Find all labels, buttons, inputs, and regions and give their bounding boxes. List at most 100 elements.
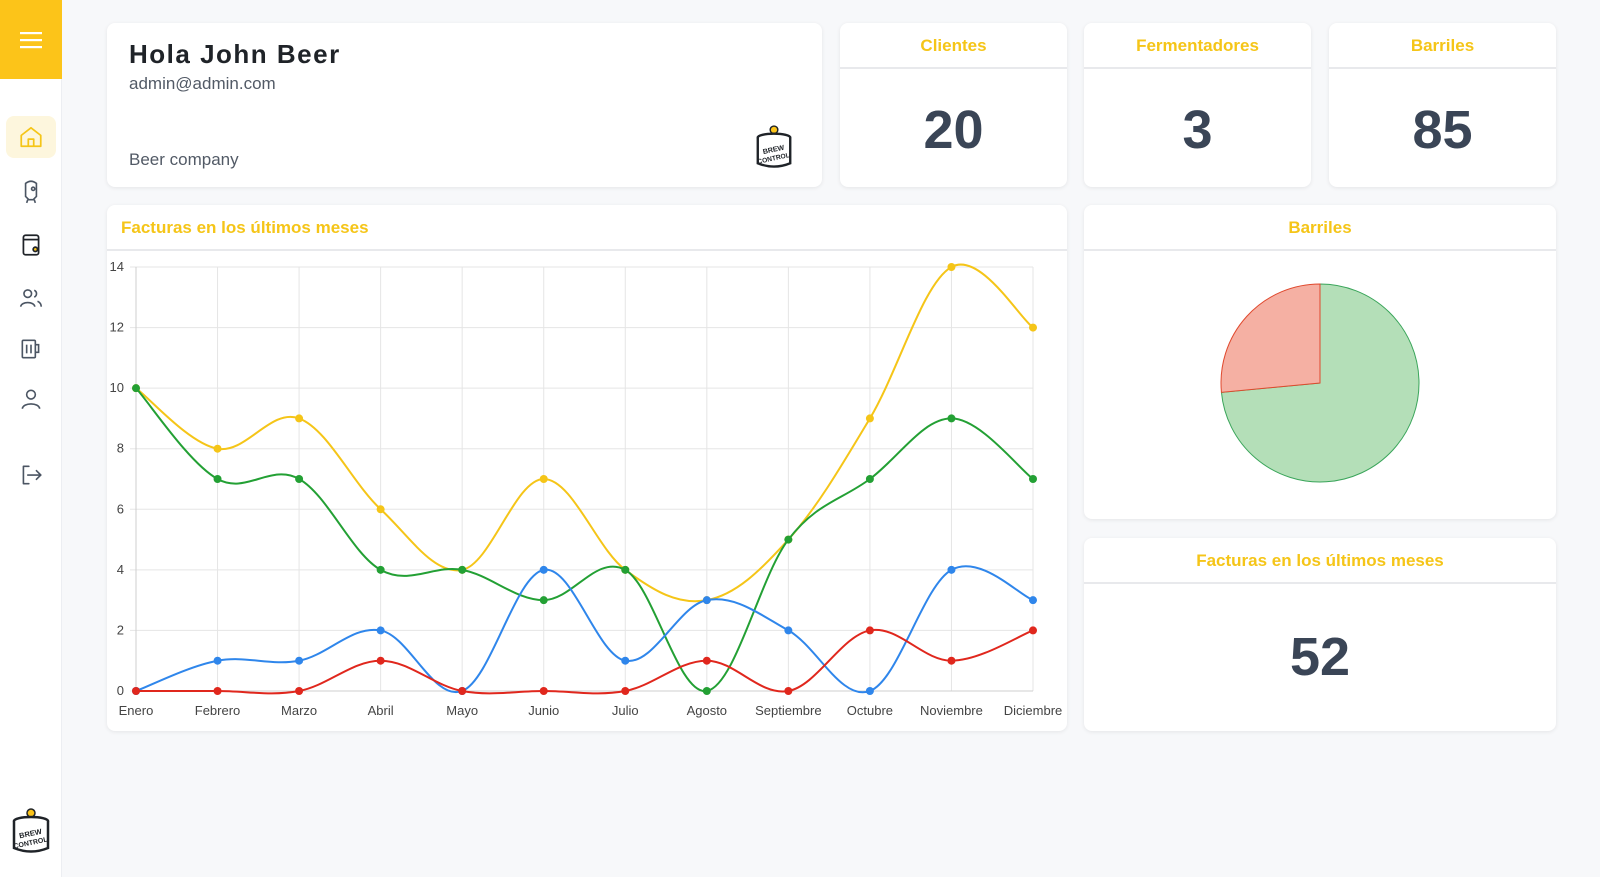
data-point[interactable] bbox=[784, 626, 793, 635]
users-icon bbox=[19, 289, 43, 307]
data-point[interactable] bbox=[1029, 596, 1037, 605]
data-point[interactable] bbox=[376, 656, 385, 665]
hamburger-icon bbox=[20, 31, 42, 48]
sidebar-item-profile[interactable] bbox=[6, 378, 56, 420]
sidebar: BREW CONTROL bbox=[0, 0, 62, 877]
data-point[interactable] bbox=[702, 596, 711, 605]
x-tick-label: Abril bbox=[368, 703, 394, 718]
data-point[interactable] bbox=[784, 687, 793, 695]
data-point[interactable] bbox=[376, 505, 385, 514]
y-tick-label: 0 bbox=[117, 683, 124, 698]
x-tick-label: Diciembre bbox=[1004, 703, 1063, 718]
stat-title: Clientes bbox=[840, 23, 1067, 69]
data-point[interactable] bbox=[295, 687, 304, 695]
data-point[interactable] bbox=[865, 414, 874, 423]
stat-value: 85 bbox=[1412, 100, 1473, 160]
data-point[interactable] bbox=[376, 626, 385, 635]
x-tick-label: Noviembre bbox=[920, 703, 983, 718]
sidebar-item-barrels[interactable] bbox=[6, 224, 56, 266]
x-tick-label: Agosto bbox=[687, 703, 727, 718]
data-point[interactable] bbox=[702, 687, 711, 695]
data-point[interactable] bbox=[539, 687, 548, 695]
stat-card-clients: Clientes 20 bbox=[840, 23, 1067, 187]
data-point[interactable] bbox=[865, 475, 874, 483]
data-point[interactable] bbox=[947, 565, 956, 574]
home-icon bbox=[20, 126, 42, 148]
welcome-card: Hola John Beer admin@admin.com Beer comp… bbox=[107, 23, 822, 187]
data-point[interactable] bbox=[702, 656, 711, 665]
y-tick-label: 10 bbox=[110, 380, 124, 395]
data-point[interactable] bbox=[213, 687, 222, 695]
sidebar-item-clients[interactable] bbox=[6, 277, 56, 319]
x-tick-label: Febrero bbox=[195, 703, 241, 718]
data-point[interactable] bbox=[947, 263, 956, 271]
series-line bbox=[135, 387, 1034, 693]
series-line bbox=[135, 263, 1034, 603]
brew-control-logo: BREW CONTROL bbox=[12, 808, 50, 853]
stat-title: Fermentadores bbox=[1084, 23, 1311, 69]
data-point[interactable] bbox=[458, 687, 467, 695]
data-point[interactable] bbox=[1029, 626, 1037, 635]
y-tick-label: 4 bbox=[117, 562, 124, 577]
user-icon bbox=[21, 389, 41, 410]
data-point[interactable] bbox=[458, 565, 467, 574]
data-point[interactable] bbox=[621, 656, 630, 665]
sidebar-item-fermenters[interactable] bbox=[6, 170, 56, 212]
x-tick-label: Octubre bbox=[847, 703, 893, 718]
user-email: admin@admin.com bbox=[129, 74, 276, 93]
invoices-chart-card: Facturas en los últimos meses 0 2 4 6 8 10 12 1… bbox=[107, 205, 1067, 731]
invoices-count-card: Facturas en los últimos meses 52 bbox=[1084, 538, 1556, 731]
sidebar-item-logout[interactable] bbox=[6, 454, 56, 496]
y-tick-label: 2 bbox=[117, 622, 124, 637]
x-tick-label: Marzo bbox=[281, 703, 317, 718]
greeting-title: Hola John Beer bbox=[129, 39, 341, 69]
x-tick-label: Septiembre bbox=[755, 703, 821, 718]
data-point[interactable] bbox=[295, 475, 304, 483]
company-name: Beer company bbox=[129, 150, 239, 169]
pie-slice[interactable] bbox=[1220, 283, 1321, 393]
data-point[interactable] bbox=[865, 626, 874, 635]
data-point[interactable] bbox=[621, 565, 630, 574]
beer-mug-icon bbox=[21, 339, 40, 359]
data-point[interactable] bbox=[213, 444, 222, 453]
data-point[interactable] bbox=[784, 535, 793, 544]
stat-value: 3 bbox=[1182, 100, 1213, 160]
data-point[interactable] bbox=[865, 687, 874, 695]
y-tick-label: 12 bbox=[110, 320, 124, 335]
data-point[interactable] bbox=[539, 565, 548, 574]
stat-card-fermenters: Fermentadores 3 bbox=[1084, 23, 1311, 187]
data-point[interactable] bbox=[295, 414, 304, 423]
x-tick-label: Mayo bbox=[446, 703, 478, 718]
stat-card-barrels: Barriles 85 bbox=[1329, 23, 1556, 187]
stat-value: 20 bbox=[923, 100, 984, 160]
barrels-pie-card: Barriles bbox=[1084, 205, 1556, 519]
x-tick-label: Enero bbox=[119, 703, 154, 718]
data-point[interactable] bbox=[376, 565, 385, 574]
data-point[interactable] bbox=[539, 475, 548, 483]
y-tick-label: 8 bbox=[117, 441, 124, 456]
brew-control-logo: BREW CONTROL bbox=[756, 125, 792, 168]
fermenter-icon bbox=[24, 180, 38, 204]
data-point[interactable] bbox=[213, 475, 222, 483]
sidebar-item-home[interactable] bbox=[6, 116, 56, 158]
data-point[interactable] bbox=[539, 596, 548, 605]
y-tick-label: 6 bbox=[117, 501, 124, 516]
data-point[interactable] bbox=[213, 656, 222, 665]
sidebar-item-beers[interactable] bbox=[6, 328, 56, 370]
stat-title: Barriles bbox=[1329, 23, 1556, 69]
data-point[interactable] bbox=[132, 687, 140, 695]
menu-button[interactable] bbox=[0, 0, 62, 79]
x-tick-label: Junio bbox=[528, 703, 559, 718]
invoices-count-title: Facturas en los últimos meses bbox=[1084, 538, 1556, 584]
data-point[interactable] bbox=[132, 384, 140, 393]
data-point[interactable] bbox=[947, 414, 956, 423]
data-point[interactable] bbox=[947, 656, 956, 665]
data-point[interactable] bbox=[621, 687, 630, 695]
line-chart: 0 2 4 6 8 10 12 14 Enero Febrero Marzo Abril Mayo Jun… bbox=[110, 259, 1063, 718]
data-point[interactable] bbox=[295, 656, 304, 665]
data-point[interactable] bbox=[1029, 323, 1037, 332]
invoices-count-value: 52 bbox=[1289, 627, 1351, 687]
data-point[interactable] bbox=[1029, 475, 1037, 483]
pie-chart bbox=[1220, 283, 1420, 483]
series-line bbox=[135, 565, 1034, 694]
